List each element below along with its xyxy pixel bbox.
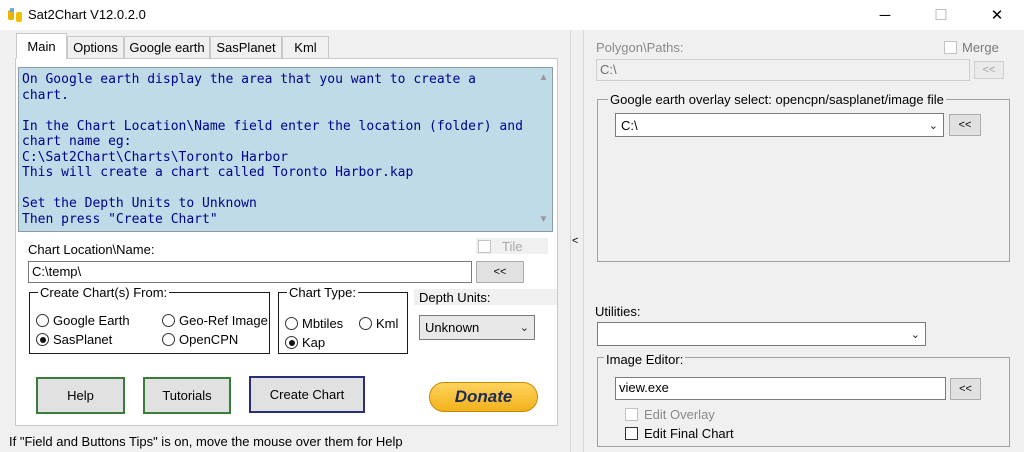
radio-indicator[interactable] [285,336,298,349]
tab-sasplanet[interactable]: SasPlanet [210,36,282,58]
depth-units-select[interactable]: Unknown ⌄ [419,315,535,340]
radio-indicator[interactable] [359,317,372,330]
instructions-scrollbar[interactable]: ▲ ▼ [535,68,552,231]
image-editor-browse-button[interactable]: << [950,378,981,400]
radio-label: Mbtiles [302,316,344,331]
tutorials-button[interactable]: Tutorials [143,377,231,414]
app-icon [8,8,22,22]
maximize-button[interactable]: ☐ [918,0,964,30]
instructions-text: On Google earth display the area that yo… [22,72,523,227]
depth-units-value: Unknown [425,320,480,335]
tab-options[interactable]: Options [67,36,124,58]
radio-label: Kap [302,335,326,350]
overlay-select[interactable]: C:\ ⌄ [615,113,944,137]
radio-google-earth[interactable]: Google Earth [36,313,130,328]
tab-google-earth[interactable]: Google earth [124,36,210,58]
overlay-frame: Google earth overlay select: opencpn/sas… [597,92,1010,262]
edit-overlay-checkbox[interactable] [625,408,638,421]
create-chart-button[interactable]: Create Chart [249,376,365,413]
tab-main[interactable]: Main [16,33,67,59]
radio-label: Geo-Ref Image [179,313,268,328]
chart-location-browse-button[interactable]: << [476,261,524,283]
status-tip: If "Field and Buttons Tips" is on, move … [9,434,403,449]
chart-location-input[interactable]: C:\temp\ [28,261,472,283]
image-editor-input[interactable]: view.exe [615,377,946,400]
image-editor-frame: Image Editor: view.exe << Edit Overlay E… [597,352,1010,447]
radio-kap[interactable]: Kap [285,335,325,350]
utilities-label: Utilities: [595,304,641,319]
tab-kml[interactable]: Kml [282,36,329,58]
chart-type-title: Chart Type: [287,285,358,300]
scroll-up-icon[interactable]: ▲ [535,72,552,83]
radio-sasplanet[interactable]: SasPlanet [36,332,112,347]
chart-location-label: Chart Location\Name: [28,242,155,257]
radio-label: OpenCPN [179,332,239,347]
merge-label: Merge [962,40,999,55]
tile-checkbox[interactable] [478,240,491,253]
radio-mbtiles[interactable]: Mbtiles [285,316,343,331]
title-bar: Sat2Chart V12.0.2.0 ─ ☐ ✕ [0,0,1024,30]
donate-button[interactable]: Donate [429,382,538,412]
edit-final-chart-checkbox[interactable] [625,427,638,440]
radio-indicator[interactable] [285,317,298,330]
depth-units-label: Depth Units: [419,290,491,305]
scroll-down-icon[interactable]: ▼ [535,214,552,225]
help-button[interactable]: Help [36,377,125,414]
polygon-paths-browse-button[interactable]: << [974,61,1004,79]
radio-indicator[interactable] [162,314,175,327]
minimize-button[interactable]: ─ [862,0,908,30]
tile-label: Tile [502,239,523,254]
chevron-down-icon: ⌄ [928,119,938,132]
create-from-title: Create Chart(s) From: [38,285,170,300]
edit-overlay-label: Edit Overlay [644,407,715,422]
radio-geo-ref-image[interactable]: Geo-Ref Image [162,313,268,328]
utilities-select[interactable]: ⌄ [597,322,926,346]
polygon-paths-input[interactable]: C:\ [596,59,970,81]
overlay-browse-button[interactable]: << [949,114,981,136]
window-title: Sat2Chart V12.0.2.0 [28,7,146,22]
chart-type-group: Chart Type: Mbtiles Kml Kap [278,285,408,354]
edit-final-chart-label: Edit Final Chart [644,426,734,441]
radio-kml[interactable]: Kml [359,316,398,331]
create-from-group: Create Chart(s) From: Google Earth Geo-R… [29,285,270,354]
radio-opencpn[interactable]: OpenCPN [162,332,238,347]
collapse-arrow-icon[interactable]: < [572,235,578,247]
merge-checkbox[interactable] [944,41,957,54]
radio-label: Kml [376,316,399,331]
instructions-box[interactable]: On Google earth display the area that yo… [18,67,553,232]
radio-label: Google Earth [53,313,130,328]
radio-label: SasPlanet [53,332,113,347]
chevron-down-icon: ⌄ [910,328,920,341]
overlay-value: C:\ [621,117,638,133]
close-button[interactable]: ✕ [974,0,1020,30]
chevron-down-icon: ⌄ [519,322,529,334]
overlay-title: Google earth overlay select: opencpn/sas… [608,92,946,107]
image-editor-title: Image Editor: [604,352,686,367]
radio-indicator[interactable] [36,333,49,346]
radio-indicator[interactable] [162,333,175,346]
polygon-paths-label: Polygon\Paths: [596,40,684,55]
radio-indicator[interactable] [36,314,49,327]
